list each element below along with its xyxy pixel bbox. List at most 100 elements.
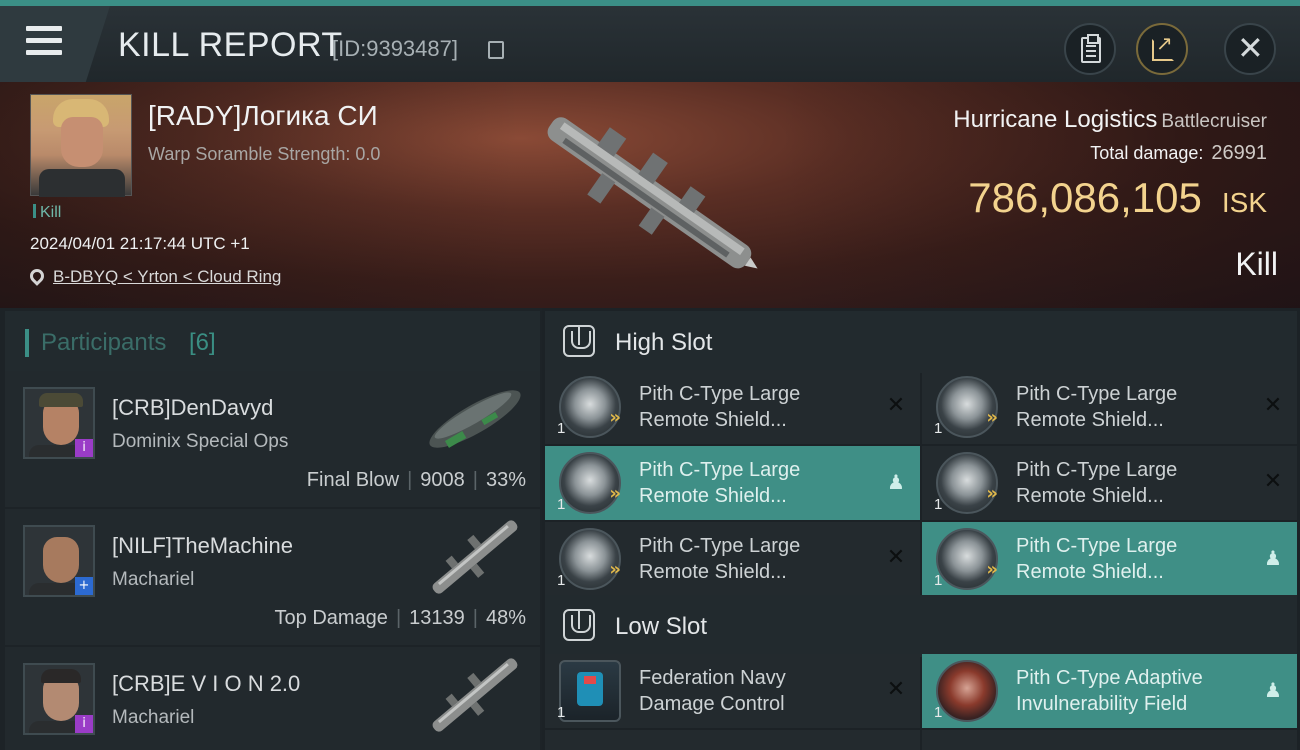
victim-avatar[interactable]: [30, 94, 132, 197]
participant-damage: 9008: [420, 469, 465, 491]
fitting-item[interactable]: » 1 Pith C-Type Large Remote Shield... ♟: [922, 522, 1297, 596]
destroyed-icon: ✕: [886, 677, 906, 702]
kill-id: [ID:9393487]: [332, 36, 458, 61]
item-name: Pith C-Type Large Remote Shield...: [639, 383, 801, 431]
dropped-person-icon: ♟: [887, 470, 905, 494]
participant-name[interactable]: [NILF]TheMachine: [112, 533, 293, 559]
participant-ship: Machariel: [112, 569, 195, 590]
item-name: Pith C-Type Large Remote Shield...: [1016, 383, 1178, 431]
fitting-item[interactable]: [922, 730, 1297, 750]
destroyed-icon: ✕: [886, 545, 906, 570]
menu-button[interactable]: [0, 6, 110, 82]
ship-class: Battlecruiser: [1161, 111, 1267, 132]
item-quantity: 1: [934, 704, 943, 721]
participant-role: Top Damage: [274, 607, 388, 629]
participants-header[interactable]: Participants [6]: [5, 311, 540, 373]
participant-ship: Dominix Special Ops: [112, 431, 289, 452]
item-name: Pith C-Type Large Remote Shield...: [1016, 459, 1178, 507]
clipboard-button[interactable]: [1064, 23, 1116, 75]
close-icon: ✕: [1237, 29, 1264, 67]
damage-control-icon: [559, 660, 621, 722]
fitting-item[interactable]: 1 Pith C-Type Adaptive Invulnerability Fi…: [922, 654, 1297, 728]
destroyed-icon: ✕: [1263, 469, 1283, 494]
fitting-item[interactable]: » 1 Pith C-Type Large Remote Shield... ✕: [545, 522, 920, 596]
destroyed-icon: ✕: [1263, 393, 1283, 418]
corp-badge-icon: i: [75, 439, 93, 457]
clipboard-icon: [1081, 34, 1101, 63]
participant-role: Final Blow: [306, 469, 400, 491]
shield-module-icon: »: [936, 376, 998, 438]
victim-ship-image: [547, 117, 758, 269]
warp-scramble-strength: Warp Soramble Strength: 0.0: [148, 144, 381, 164]
top-bar: KILL REPORT [ID:9393487] ✕: [0, 0, 1300, 82]
shield-module-icon: »: [936, 528, 998, 590]
participants-panel: Participants [6] i [CRB]DenDavyd Dominix…: [0, 308, 542, 750]
corp-badge-icon: +: [75, 577, 93, 595]
fitting-item[interactable]: » 1 Pith C-Type Large Remote Shield... ♟: [545, 446, 920, 520]
item-quantity: 1: [557, 704, 566, 721]
participants-count: [6]: [189, 329, 216, 356]
participant-ship: Machariel: [112, 707, 195, 728]
ship-name[interactable]: Hurricane Logistics Battlecruiser: [953, 106, 1267, 134]
invulnerability-field-icon: [936, 660, 998, 722]
item-name: Pith C-Type Adaptive Invulnerability Fiel…: [1016, 667, 1203, 715]
participant-percent: 33%: [485, 469, 526, 491]
low-slot-icon: [563, 609, 595, 641]
participant-percent: 48%: [485, 607, 526, 629]
low-slot-header: Low Slot: [545, 595, 1297, 657]
fitting-item[interactable]: [545, 730, 920, 750]
participant-ship-image: [432, 658, 518, 732]
item-name: Pith C-Type Large Remote Shield...: [1016, 535, 1178, 583]
location-pin-icon: [27, 266, 47, 286]
destroyed-icon: ✕: [886, 393, 906, 418]
copy-icon[interactable]: [488, 41, 504, 59]
result-label: Kill: [1235, 246, 1278, 282]
location-link[interactable]: B-DBYQ < Yrton < Cloud Ring: [53, 267, 281, 287]
high-slot-title: High Slot: [615, 329, 713, 356]
fitting-panel: High Slot » 1 Pith C-Type Large Remote Sh…: [542, 308, 1300, 750]
shield-module-icon: »: [559, 528, 621, 590]
item-quantity: 1: [934, 420, 943, 437]
participant-name[interactable]: [CRB]E V I O N 2.0: [112, 671, 300, 697]
participant-name[interactable]: [CRB]DenDavyd: [112, 395, 273, 421]
total-damage-value: 26991: [1211, 142, 1267, 164]
item-name: Pith C-Type Large Remote Shield...: [639, 459, 801, 507]
participant-row[interactable]: + [NILF]TheMachine Machariel Top Damage |…: [5, 509, 540, 645]
shield-module-icon: »: [559, 452, 621, 514]
fitting-item[interactable]: 1 Federation Navy Damage Control ✕: [545, 654, 920, 728]
item-quantity: 1: [934, 496, 943, 513]
item-quantity: 1: [557, 496, 566, 513]
participant-row[interactable]: i [CRB]E V I O N 2.0 Machariel: [5, 647, 540, 750]
hamburger-icon: [26, 26, 62, 56]
shield-module-icon: »: [559, 376, 621, 438]
high-slot-icon: [563, 325, 595, 357]
participant-row[interactable]: i [CRB]DenDavyd Dominix Special Ops Fina…: [5, 371, 540, 507]
low-slot-title: Low Slot: [615, 613, 708, 640]
participant-stats: Top Damage | 13139 | 48%: [274, 607, 526, 629]
close-button[interactable]: ✕: [1224, 23, 1276, 75]
page-title: KILL REPORT: [118, 26, 343, 64]
item-name: Pith C-Type Large Remote Shield...: [639, 535, 801, 583]
high-slot-header: High Slot: [545, 311, 1297, 373]
participants-title: Participants: [41, 329, 167, 356]
fitting-item[interactable]: » 1 Pith C-Type Large Remote Shield... ✕: [545, 370, 920, 444]
isk-unit: ISK: [1221, 187, 1267, 218]
shield-module-icon: »: [936, 452, 998, 514]
corp-badge-icon: i: [75, 715, 93, 733]
total-damage: Total damage: 26991: [1090, 142, 1267, 164]
dropped-person-icon: ♟: [1264, 678, 1282, 702]
participant-stats: Final Blow | 9008 | 33%: [306, 469, 526, 491]
item-quantity: 1: [557, 420, 566, 437]
participant-damage: 13139: [409, 607, 465, 629]
kill-datetime: 2024/04/01 21:17:44 UTC +1: [30, 234, 250, 253]
victim-banner: [RADY]Логика СИ Warp Soramble Strength: …: [0, 82, 1300, 308]
item-name: Federation Navy Damage Control: [639, 667, 786, 715]
victim-name[interactable]: [RADY]Логика СИ: [148, 100, 378, 132]
fitting-item[interactable]: » 1 Pith C-Type Large Remote Shield... ✕: [922, 370, 1297, 444]
fitting-item[interactable]: » 1 Pith C-Type Large Remote Shield... ✕: [922, 446, 1297, 520]
share-icon: [1152, 31, 1174, 61]
kill-tag: Kill: [33, 204, 61, 222]
item-quantity: 1: [934, 572, 943, 589]
share-button[interactable]: [1136, 23, 1188, 75]
isk-value: 786,086,105 ISK: [968, 174, 1267, 221]
